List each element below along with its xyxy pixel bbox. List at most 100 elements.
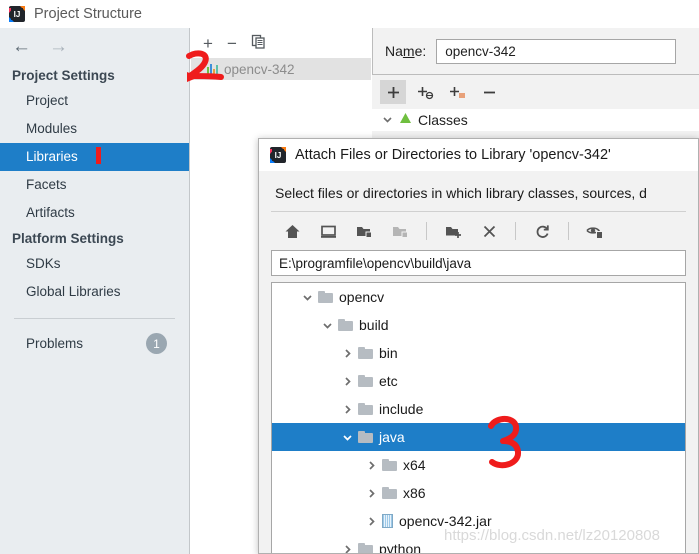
dialog-description: Select files or directories in which lib… xyxy=(259,171,698,211)
attach-files-dialog: IJ Attach Files or Directories to Librar… xyxy=(258,138,699,554)
chevron-down-icon xyxy=(382,112,393,128)
intellij-idea-icon: IJ xyxy=(8,5,26,23)
chevron-right-icon[interactable] xyxy=(336,544,358,554)
chevron-right-icon[interactable] xyxy=(336,404,358,415)
folder-icon xyxy=(358,403,373,415)
tree-row[interactable]: x64 xyxy=(272,451,685,479)
add-library-button[interactable]: + xyxy=(203,35,213,52)
refresh-icon[interactable] xyxy=(527,218,557,244)
folder-down-icon xyxy=(385,218,415,244)
chevron-right-icon[interactable] xyxy=(336,348,358,359)
chevron-down-icon[interactable] xyxy=(296,292,318,303)
svg-text:IJ: IJ xyxy=(275,151,282,160)
folder-icon xyxy=(318,291,333,303)
toolbar-separator xyxy=(568,222,569,240)
chevron-down-icon[interactable] xyxy=(336,432,358,443)
hidden-files-icon[interactable] xyxy=(580,218,610,244)
tree-item-label: bin xyxy=(379,345,398,361)
library-name-input[interactable]: opencv-342 xyxy=(436,39,676,64)
new-folder-icon[interactable] xyxy=(438,218,468,244)
svg-text:IJ: IJ xyxy=(14,10,21,19)
library-icon xyxy=(207,63,218,76)
sidebar-item-libraries[interactable]: Libraries xyxy=(0,143,189,171)
jar-file-icon xyxy=(382,514,393,528)
tree-item-label: opencv xyxy=(339,289,384,305)
tree-row[interactable]: opencv xyxy=(272,283,685,311)
tree-item-label: x86 xyxy=(403,485,426,501)
classes-label: Classes xyxy=(418,112,468,128)
sidebar-item-sdks[interactable]: SDKs xyxy=(0,250,189,278)
path-input-value: E:\programfile\opencv\build\java xyxy=(279,256,471,271)
sidebar-item-modules[interactable]: Modules xyxy=(0,115,189,143)
chevron-down-icon[interactable] xyxy=(316,320,338,331)
copy-library-button[interactable] xyxy=(251,34,266,52)
add-folder-button[interactable] xyxy=(444,80,470,104)
home-icon[interactable] xyxy=(277,218,307,244)
tree-row[interactable]: build xyxy=(272,311,685,339)
add-item-button[interactable] xyxy=(380,80,406,104)
tree-item-label: build xyxy=(359,317,389,333)
library-item-label: opencv-342 xyxy=(224,62,295,77)
folder-icon xyxy=(358,431,373,443)
close-x-icon[interactable] xyxy=(474,218,504,244)
sidebar-item-project[interactable]: Project xyxy=(0,87,189,115)
tree-item-label: etc xyxy=(379,373,398,389)
path-input[interactable]: E:\programfile\opencv\build\java xyxy=(271,250,686,276)
settings-sidebar: ← → Project Settings Project Modules Lib… xyxy=(0,28,190,554)
chevron-right-icon[interactable] xyxy=(360,488,382,499)
sidebar-item-global-libraries[interactable]: Global Libraries xyxy=(0,278,189,306)
classes-tree-row[interactable]: Classes xyxy=(372,109,699,131)
sidebar-item-facets[interactable]: Facets xyxy=(0,171,189,199)
navigation-arrows: ← → xyxy=(0,28,189,64)
libraries-toolbar: + − xyxy=(191,28,371,58)
screenshot-root: IJ Project Structure Name: opencv-342 xyxy=(0,0,699,554)
classes-icon xyxy=(399,112,412,128)
problems-label: Problems xyxy=(26,336,83,351)
tree-row[interactable]: include xyxy=(272,395,685,423)
tree-row[interactable]: x86 xyxy=(272,479,685,507)
sidebar-group-project-settings: Project Settings xyxy=(0,64,189,87)
add-url-button[interactable] xyxy=(412,80,438,104)
sidebar-item-label: Libraries xyxy=(26,149,78,164)
problems-count-badge: 1 xyxy=(146,333,167,354)
library-contents-toolbar xyxy=(372,75,699,109)
arrow-right-icon[interactable]: → xyxy=(49,37,68,56)
library-name-row: Name: opencv-342 xyxy=(372,28,699,74)
dialog-title-text: Attach Files or Directories to Library '… xyxy=(295,147,611,163)
sidebar-group-platform-settings: Platform Settings xyxy=(0,227,189,250)
dialog-title-bar: IJ Attach Files or Directories to Librar… xyxy=(259,139,698,171)
tree-row-selected[interactable]: java xyxy=(272,423,685,451)
tree-row[interactable]: etc xyxy=(272,367,685,395)
arrow-left-icon[interactable]: ← xyxy=(12,37,31,56)
tree-row[interactable]: bin xyxy=(272,339,685,367)
library-name-value: opencv-342 xyxy=(445,44,516,59)
window-title-bar: IJ Project Structure xyxy=(0,0,699,28)
toolbar-separator xyxy=(515,222,516,240)
window-title-text: Project Structure xyxy=(34,6,142,22)
folder-icon xyxy=(382,459,397,471)
intellij-idea-icon: IJ xyxy=(269,146,287,164)
desktop-icon[interactable] xyxy=(313,218,343,244)
chevron-right-icon[interactable] xyxy=(360,516,382,527)
tree-item-label: java xyxy=(379,429,405,445)
tree-row[interactable]: opencv-342.jar xyxy=(272,507,685,535)
tree-item-label: x64 xyxy=(403,457,426,473)
tree-item-label: include xyxy=(379,401,423,417)
folder-up-icon[interactable] xyxy=(349,218,379,244)
tree-row[interactable]: python xyxy=(272,535,685,554)
sidebar-item-artifacts[interactable]: Artifacts xyxy=(0,199,189,227)
chevron-right-icon[interactable] xyxy=(336,376,358,387)
chevron-right-icon[interactable] xyxy=(360,460,382,471)
file-chooser-toolbar xyxy=(259,212,698,250)
folder-icon xyxy=(358,375,373,387)
folder-icon xyxy=(358,543,373,554)
folder-icon xyxy=(338,319,353,331)
sidebar-item-problems[interactable]: Problems 1 xyxy=(0,319,189,354)
directory-tree[interactable]: opencv build bin etc include xyxy=(271,282,686,554)
remove-library-button[interactable]: − xyxy=(227,35,237,52)
tree-item-label: python xyxy=(379,541,421,554)
library-name-label: Name: xyxy=(385,43,426,59)
folder-icon xyxy=(358,347,373,359)
remove-item-button[interactable] xyxy=(476,80,502,104)
library-list-item-opencv[interactable]: opencv-342 xyxy=(191,58,371,80)
